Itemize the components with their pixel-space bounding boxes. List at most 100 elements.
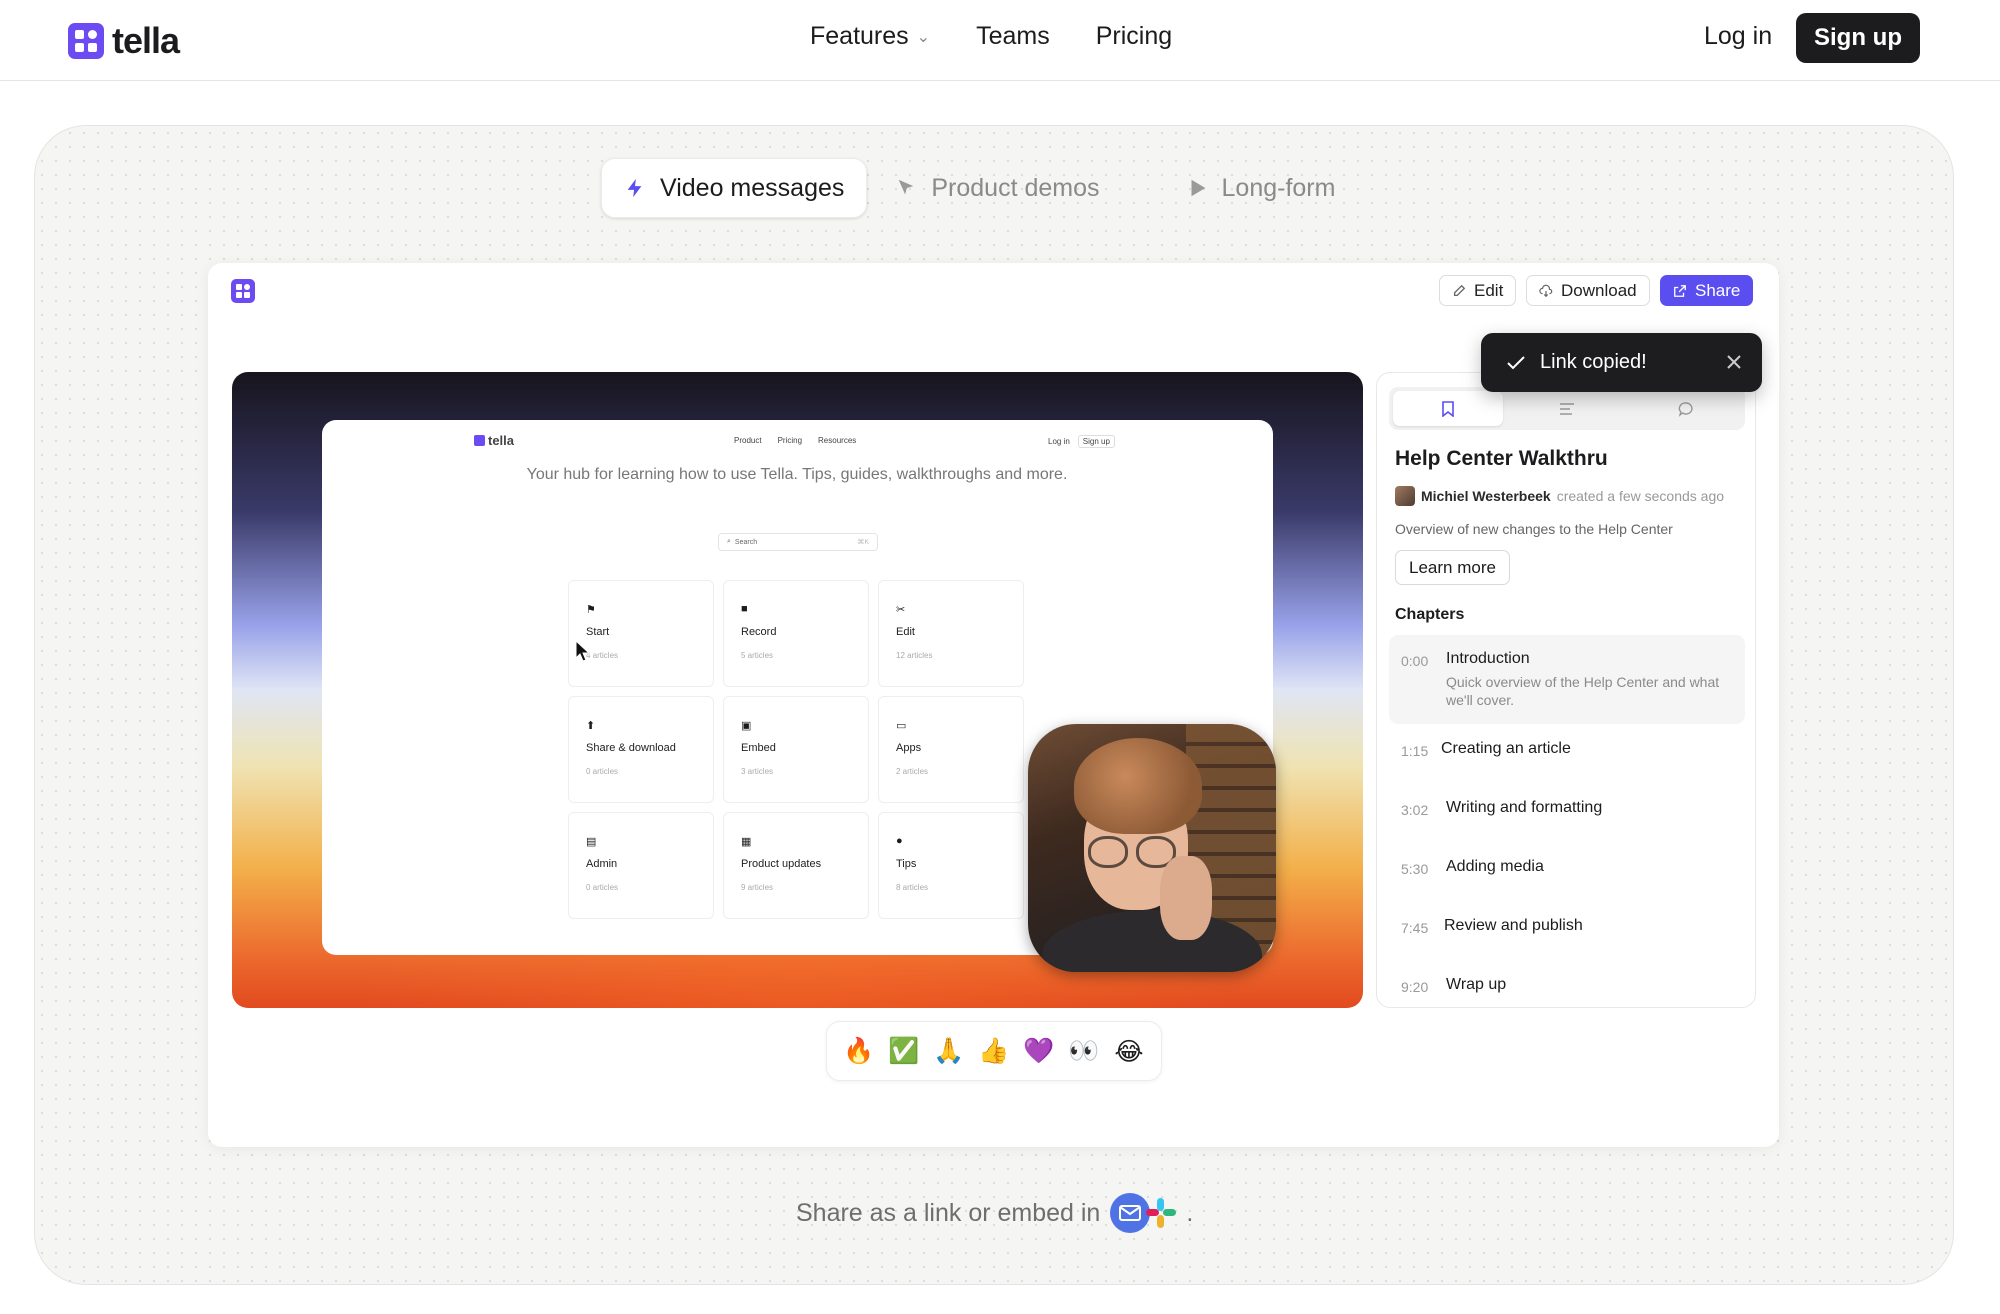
- category-tile: ■ Record 5 articles: [723, 580, 869, 687]
- monitor-icon: ▭: [896, 720, 907, 732]
- chapter-item[interactable]: 1:15 Creating an article: [1389, 735, 1745, 775]
- tella-logo-icon: [68, 23, 104, 59]
- category-count: 9 articles: [741, 883, 774, 892]
- tab-bookmarks[interactable]: [1393, 391, 1503, 426]
- screen-nav-product: Product: [734, 436, 762, 445]
- document-icon: ▤: [586, 836, 597, 848]
- signup-button[interactable]: Sign up: [1796, 13, 1920, 63]
- email-icon: [1110, 1193, 1151, 1233]
- category-name: Embed: [741, 742, 776, 754]
- category-count: 5 articles: [741, 651, 774, 660]
- reaction-check[interactable]: ✅: [888, 1036, 920, 1066]
- screen-nav: tella Product Pricing Resources Log in S…: [322, 426, 1273, 450]
- camera-icon: ■: [741, 603, 748, 615]
- chapter-time: 7:45: [1401, 920, 1429, 936]
- chapter-description: Quick overview of the Help Center and wh…: [1446, 674, 1720, 708]
- avatar: [1395, 486, 1415, 506]
- share-button[interactable]: Share: [1660, 275, 1754, 306]
- category-tile: ⚑ Start 4 articles: [568, 580, 714, 687]
- share-label: Share: [1695, 280, 1741, 300]
- video-player-card: Edit Download Share tella Product Pricin…: [208, 263, 1779, 1147]
- checkmark-icon: [1507, 355, 1525, 369]
- category-tile: ▤ Admin 0 articles: [568, 812, 714, 919]
- reaction-pray[interactable]: 🙏: [933, 1036, 965, 1066]
- text-lines-icon: [1560, 402, 1574, 415]
- tab-comments[interactable]: [1631, 391, 1741, 426]
- category-count: 2 articles: [896, 767, 929, 776]
- nav-features[interactable]: Features ⌄: [810, 22, 930, 51]
- video-info-panel: Help Center Walkthru Michiel Westerbeek …: [1376, 372, 1756, 1008]
- chapter-item[interactable]: 3:02 Writing and formatting: [1389, 794, 1745, 834]
- reaction-thumbs-up[interactable]: 👍: [978, 1036, 1010, 1066]
- share-caption-text: Share as a link or embed in: [796, 1198, 1101, 1227]
- chapter-item[interactable]: 0:00 Introduction Quick overview of the …: [1389, 635, 1745, 724]
- search-icon: ⌕: [727, 538, 731, 545]
- tab-product-demos-label: Product demos: [931, 173, 1100, 202]
- edit-label: Edit: [1474, 280, 1504, 300]
- category-tile: ● Tips 8 articles: [878, 812, 1024, 919]
- screen-nav-links: Product Pricing Resources: [734, 436, 856, 445]
- webcam-bubble[interactable]: [1028, 724, 1276, 972]
- tella-logo-icon[interactable]: [231, 279, 255, 303]
- screen-signup: Sign up: [1077, 435, 1115, 448]
- download-button[interactable]: Download: [1526, 275, 1650, 306]
- category-name: Product updates: [741, 858, 822, 870]
- category-count: 0 articles: [586, 767, 619, 776]
- gift-icon: ▦: [741, 836, 752, 848]
- tella-logo[interactable]: tella: [68, 20, 180, 62]
- category-count: 0 articles: [586, 883, 619, 892]
- category-name: Tips: [896, 858, 917, 870]
- tab-long-form[interactable]: Long-form: [1164, 158, 1358, 218]
- edit-button[interactable]: Edit: [1439, 275, 1517, 306]
- category-tile: ▭ Apps 2 articles: [878, 696, 1024, 803]
- use-case-tabs: Video messages Product demos Long-form: [601, 158, 1357, 218]
- scissors-icon: ✂: [896, 604, 906, 616]
- nav-pricing[interactable]: Pricing: [1096, 22, 1172, 51]
- cursor-icon: [899, 179, 914, 195]
- panel-tabs: [1389, 387, 1745, 430]
- tab-video-messages[interactable]: Video messages: [601, 158, 868, 218]
- download-label: Download: [1561, 280, 1637, 300]
- tab-product-demos[interactable]: Product demos: [873, 158, 1121, 218]
- category-name: Apps: [896, 742, 922, 754]
- screen-hero-text: Your hub for learning how to use Tella. …: [526, 466, 1068, 483]
- lightning-icon: [627, 178, 642, 198]
- category-name: Start: [586, 626, 610, 638]
- comment-icon: [1678, 401, 1693, 417]
- chapter-item[interactable]: 9:20 Wrap up: [1389, 971, 1745, 1007]
- cloud-download-icon: [1539, 284, 1553, 297]
- learn-more-button[interactable]: Learn more: [1395, 550, 1510, 585]
- login-link[interactable]: Log in: [1704, 22, 1772, 51]
- reaction-laugh[interactable]: 😂: [1113, 1037, 1145, 1066]
- share-icon: ⬆: [586, 720, 596, 732]
- chapter-item[interactable]: 5:30 Adding media: [1389, 853, 1745, 893]
- tella-logo-icon: [474, 435, 485, 446]
- tab-video-messages-label: Video messages: [660, 173, 845, 202]
- close-icon[interactable]: [1724, 352, 1744, 372]
- category-tile: ✂ Edit 12 articles: [878, 580, 1024, 687]
- video-meta: Michiel Westerbeek created a few seconds…: [1395, 486, 1724, 506]
- nav-teams[interactable]: Teams: [976, 22, 1050, 51]
- tab-long-form-label: Long-form: [1221, 173, 1336, 202]
- screen-login: Log in: [1048, 437, 1070, 446]
- screen-search-placeholder: Search: [734, 538, 758, 546]
- nav-features-label: Features: [810, 22, 909, 50]
- category-name: Admin: [586, 858, 618, 870]
- mouse-cursor-icon: [575, 640, 591, 662]
- brand-name: tella: [112, 20, 180, 61]
- tab-transcript[interactable]: [1512, 391, 1622, 426]
- slack-icon: [1146, 1198, 1177, 1228]
- reaction-eyes[interactable]: 👀: [1068, 1036, 1100, 1066]
- reaction-purple-heart[interactable]: 💜: [1023, 1036, 1055, 1066]
- author-name: Michiel Westerbeek: [1421, 488, 1551, 504]
- video-title: Help Center Walkthru: [1395, 447, 1608, 470]
- chapter-time: 5:30: [1401, 861, 1429, 877]
- main-nav: Features ⌄ Teams Pricing: [810, 22, 1172, 51]
- chapter-item[interactable]: 7:45 Review and publish: [1389, 912, 1745, 952]
- reaction-bar: 🔥 ✅ 🙏 👍 💜 👀 😂: [826, 1021, 1162, 1081]
- chapter-title: Writing and formatting: [1446, 799, 1603, 816]
- chapter-time: 0:00: [1401, 653, 1429, 669]
- chapter-title: Creating an article: [1441, 740, 1571, 757]
- reaction-fire[interactable]: 🔥: [843, 1036, 875, 1066]
- chapter-title: Introduction: [1446, 650, 1530, 667]
